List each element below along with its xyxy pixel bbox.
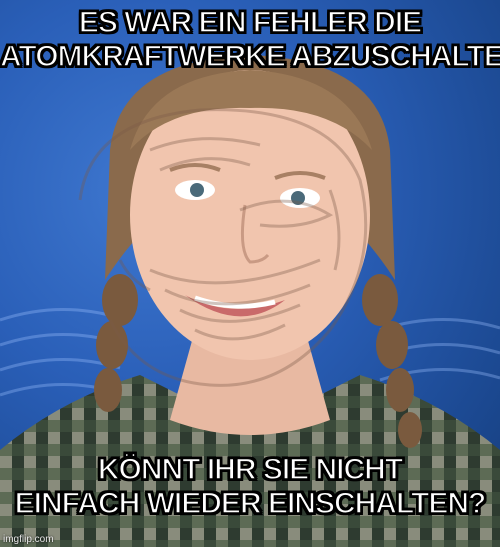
bottom-caption-line-1: KÖNNT IHR SIE NICHT [97, 452, 404, 487]
meme-image: ES WAR EIN FEHLER DIE ATOMKRAFTWERKE ABZ… [0, 0, 500, 547]
top-caption-line-2: ATOMKRAFTWERKE ABZUSCHALTEN [0, 39, 500, 74]
bottom-caption-line-2: EINFACH WIEDER EINSCHALTEN? [14, 486, 487, 521]
top-caption: ES WAR EIN FEHLER DIE ATOMKRAFTWERKE ABZ… [0, 5, 500, 74]
imgflip-watermark: imgflip.com [3, 534, 54, 545]
top-caption-line-1: ES WAR EIN FEHLER DIE [78, 5, 423, 40]
bottom-caption: KÖNNT IHR SIE NICHT EINFACH WIEDER EINSC… [0, 452, 500, 521]
